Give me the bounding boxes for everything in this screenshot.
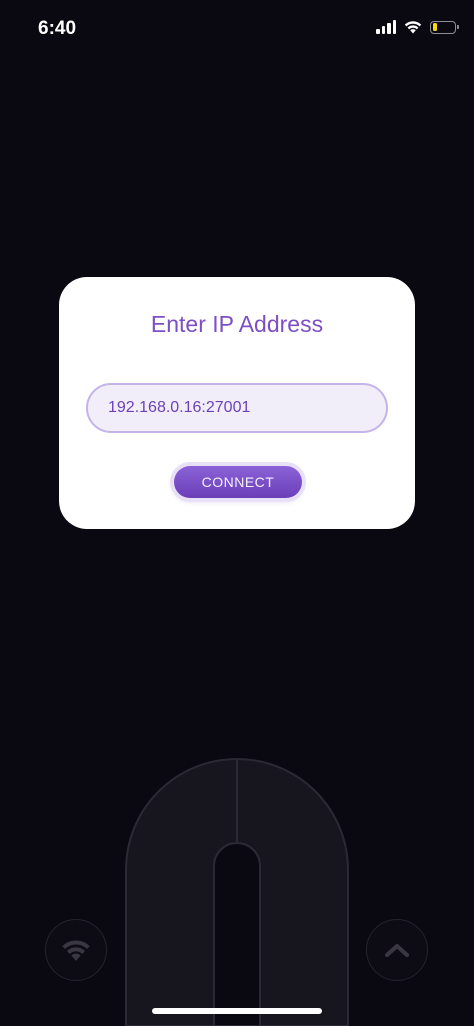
dialog-title: Enter IP Address bbox=[150, 311, 324, 337]
signal-icon bbox=[376, 20, 396, 34]
chevron-up-icon bbox=[385, 944, 409, 957]
app-screen: 6:40 Enter IP Address CONNECT bbox=[0, 0, 474, 1026]
mouse-graphic bbox=[125, 758, 349, 1026]
ip-address-input[interactable] bbox=[86, 383, 388, 433]
wifi-icon bbox=[404, 21, 422, 34]
status-bar: 6:40 bbox=[0, 0, 474, 60]
scroll-up-button[interactable] bbox=[366, 919, 428, 981]
status-icons bbox=[376, 20, 459, 34]
connect-button[interactable]: CONNECT bbox=[174, 466, 302, 498]
wifi-icon bbox=[62, 940, 90, 961]
status-time: 6:40 bbox=[38, 18, 77, 39]
wifi-connect-button[interactable] bbox=[45, 919, 107, 981]
home-indicator[interactable] bbox=[152, 1008, 322, 1014]
battery-icon bbox=[430, 20, 459, 34]
ip-dialog: Enter IP Address CONNECT bbox=[59, 277, 415, 529]
battery-level bbox=[432, 23, 437, 31]
mouse-scroll-slot bbox=[213, 842, 261, 1026]
